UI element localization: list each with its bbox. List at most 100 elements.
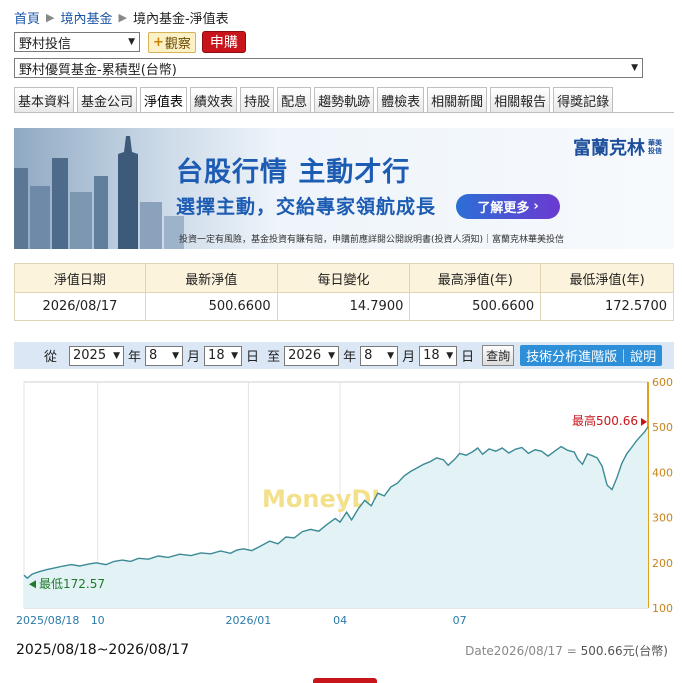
tab-awards[interactable]: 得獎記錄 [553, 87, 614, 113]
cell-nav-date: 2026/08/17 [14, 292, 146, 321]
sponsor-name: 富蘭克林 [573, 138, 645, 159]
from-year-value: 2025 [73, 348, 107, 363]
min-label: 最低172.57 [39, 577, 105, 591]
nav-summary-table: 淨值日期 最新淨值 每日變化 最高淨值(年) 最低淨值(年) 2026/08/1… [14, 263, 674, 321]
from-label: 從 [44, 350, 58, 365]
learn-more-label: 了解更多 [477, 201, 530, 216]
to-month-select[interactable]: 8 ▼ [360, 345, 399, 366]
fund-select-value: 野村優質基金-累積型(台幣) [19, 62, 177, 78]
year-unit: 年 [343, 350, 357, 365]
banner-disclaimer: 投資一定有風險，基金投資有賺有賠，申購前應詳閱公開說明書(投資人須知)｜富蘭克林… [179, 235, 565, 245]
cell-daily-change: 14.7900 [276, 292, 411, 321]
to-year-select[interactable]: 2026 ▼ [284, 345, 340, 366]
learn-more-button[interactable]: 了解更多 › [456, 194, 560, 219]
buy-button[interactable]: 申購 [201, 31, 246, 53]
from-day-select[interactable]: 18 ▼ [204, 345, 243, 366]
tab-checkup[interactable]: 體檢表 [377, 87, 425, 113]
y-tick-label: 200 [652, 557, 673, 570]
breadcrumb-home[interactable]: 首頁 [14, 8, 40, 27]
chevron-down-icon: ▼ [387, 350, 395, 361]
sponsor-sub: 華美投信 [648, 139, 662, 155]
tab-fund-company[interactable]: 基金公司 [77, 87, 138, 113]
table-header-row: 淨值日期 最新淨值 每日變化 最高淨值(年) 最低淨值(年) [14, 263, 674, 293]
y-tick-label: 400 [652, 466, 673, 479]
from-year-select[interactable]: 2025 ▼ [69, 345, 125, 366]
header-nav-date: 淨值日期 [14, 263, 146, 293]
to-year-value: 2026 [288, 348, 322, 363]
x-tick-label: 07 [453, 614, 467, 627]
advanced-analysis-button[interactable]: 技術分析進階版｜說明 [520, 345, 663, 366]
watch-button-label: 觀察 [164, 36, 191, 52]
fund-tabs: 基本資料 基金公司 淨值表 績效表 持股 配息 趨勢軌跡 體檢表 相關新聞 相關… [14, 87, 616, 113]
chevron-down-icon: ▼ [328, 350, 336, 361]
company-select[interactable]: 野村投信 ▼ [14, 32, 140, 52]
tab-trend[interactable]: 趨勢軌跡 [314, 87, 375, 113]
chevron-down-icon: ▼ [113, 350, 121, 361]
date-range-controls: 從 2025 ▼ 年 8 ▼ 月 18 ▼ 日 至 2026 ▼ 年 8 ▼ 月 18 ▼ … [14, 342, 674, 369]
tab-reports[interactable]: 相關報告 [490, 87, 551, 113]
chart-readout: Date2026/08/17 = 500.66元(台幣) [465, 642, 668, 659]
query-button[interactable]: 查詢 [482, 345, 515, 366]
to-month-value: 8 [364, 348, 373, 363]
month-unit: 月 [187, 350, 201, 365]
to-label: 至 [267, 350, 281, 365]
chevron-down-icon: ▼ [231, 350, 239, 361]
cell-year-low: 172.5700 [540, 292, 674, 321]
month-unit: 月 [402, 350, 416, 365]
company-select-value: 野村投信 [19, 36, 72, 52]
chevron-down-icon: ▼ [446, 350, 454, 361]
chevron-down-icon: ▼ [128, 37, 135, 47]
fund-select[interactable]: 野村優質基金-累積型(台幣) ▼ [14, 58, 643, 78]
cell-year-high: 500.6600 [409, 292, 542, 321]
header-daily-change: 每日變化 [276, 263, 411, 293]
banner-subheadline: 選擇主動，交給專家領航成長 [176, 196, 437, 218]
buy-button-label: 申購 [209, 35, 238, 51]
day-unit: 日 [246, 350, 260, 365]
watch-button[interactable]: + 觀察 [148, 31, 196, 53]
chart-readout-value: 500.66元(台幣) [580, 644, 668, 658]
tab-dividends[interactable]: 配息 [277, 87, 312, 113]
chevron-down-icon: ▼ [631, 63, 638, 73]
nav-chart: 2025/08/18 10 2026/01 04 07 100 200 300 400 500 60… [16, 376, 673, 627]
x-tick-label: 2026/01 [226, 614, 272, 627]
fund-actions-row: 野村投信 ▼ + 觀察 申購 [14, 31, 246, 53]
tab-holdings[interactable]: 持股 [240, 87, 275, 113]
chart-readout-date: Date2026/08/17 = [465, 644, 577, 658]
breadcrumb-separator-icon: ▶ [118, 10, 127, 24]
tabs-divider [14, 112, 674, 113]
breadcrumb-current: 境內基金-淨值表 [132, 11, 229, 27]
chart-date-range: 2025/08/18~2026/08/17 [16, 642, 190, 658]
x-tick-label: 04 [333, 614, 347, 627]
breadcrumb: 首頁 ▶ 境內基金 ▶ 境內基金-淨值表 [14, 8, 229, 27]
breadcrumb-separator-icon: ▶ [46, 10, 55, 24]
ad-banner[interactable]: 富蘭克林 華美投信 台股行情 主動才行 選擇主動，交給專家領航成長 了解更多 ›… [14, 128, 674, 249]
city-skyline-image [14, 136, 184, 249]
day-unit: 日 [461, 350, 475, 365]
from-month-value: 8 [149, 348, 158, 363]
to-day-value: 18 [423, 348, 440, 363]
x-tick-label: 10 [91, 614, 105, 627]
tab-news[interactable]: 相關新聞 [427, 87, 488, 113]
max-label: 最高500.66 [572, 413, 638, 428]
chevron-down-icon: ▼ [172, 350, 180, 361]
y-tick-label: 500 [652, 421, 673, 434]
cell-latest-nav: 500.6600 [144, 292, 278, 321]
y-tick-label: 600 [652, 376, 673, 389]
tab-performance[interactable]: 績效表 [190, 87, 238, 113]
tab-basic-info[interactable]: 基本資料 [14, 87, 75, 113]
chevron-right-icon: › [533, 199, 539, 214]
table-row: 2026/08/17 500.6600 14.7900 500.6600 172… [14, 292, 674, 321]
breadcrumb-domestic-fund[interactable]: 境內基金 [60, 8, 112, 27]
header-latest-nav: 最新淨值 [144, 263, 278, 293]
y-tick-label: 100 [652, 602, 673, 615]
bottom-red-tab [313, 678, 377, 683]
header-year-low: 最低淨值(年) [540, 263, 674, 293]
from-day-value: 18 [208, 348, 225, 363]
from-month-select[interactable]: 8 ▼ [145, 345, 184, 366]
to-day-select[interactable]: 18 ▼ [419, 345, 458, 366]
sponsor-logo: 富蘭克林 華美投信 [573, 134, 664, 160]
x-tick-label: 2025/08/18 [16, 614, 79, 627]
tab-nav-table[interactable]: 淨值表 [140, 87, 188, 113]
banner-headline: 台股行情 主動才行 [176, 157, 411, 188]
y-tick-label: 300 [652, 512, 673, 525]
